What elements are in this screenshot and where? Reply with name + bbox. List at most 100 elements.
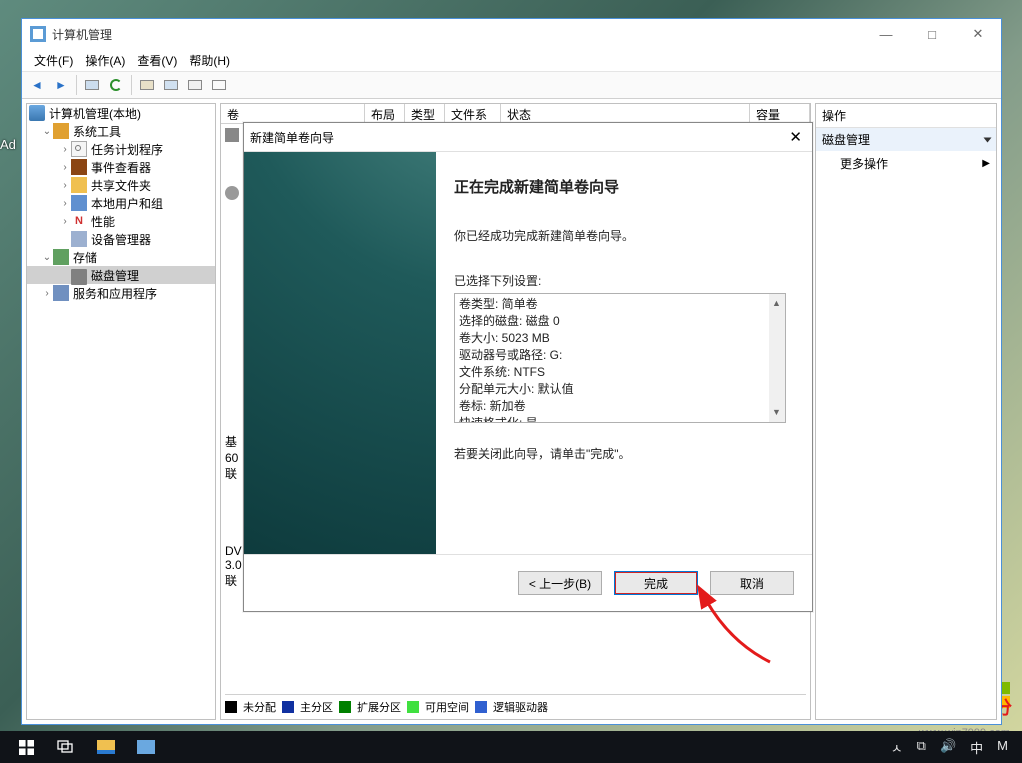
wizard-back-button[interactable]: < 上一步(B) bbox=[518, 571, 602, 595]
scheduler-icon bbox=[71, 141, 87, 157]
menu-action[interactable]: 操作(A) bbox=[79, 50, 131, 71]
nav-forward-button[interactable]: ► bbox=[50, 74, 72, 96]
tree-disk-management[interactable]: › 磁盘管理 bbox=[27, 266, 215, 284]
desktop-ad-label: Ad bbox=[0, 137, 16, 152]
toolbar-btn-5[interactable] bbox=[184, 74, 206, 96]
expand-icon[interactable]: › bbox=[59, 162, 71, 173]
toolbar-refresh-button[interactable] bbox=[105, 74, 127, 96]
swatch-logical bbox=[475, 701, 487, 713]
col-status[interactable]: 状态 bbox=[501, 104, 750, 123]
menu-view[interactable]: 查看(V) bbox=[131, 50, 183, 71]
tree-local-users[interactable]: › 本地用户和组 bbox=[27, 194, 215, 212]
summary-line: 卷大小: 5023 MB bbox=[459, 330, 781, 347]
wizard-titlebar[interactable]: 新建简单卷向导 ✕ bbox=[244, 123, 812, 151]
taskbar[interactable]: ㅅ ⧉ 🔊 中 M bbox=[0, 731, 1022, 763]
summary-line: 驱动器号或路径: G: bbox=[459, 347, 781, 364]
wizard-text-close: 若要关闭此向导，请单击"完成"。 bbox=[454, 445, 794, 462]
event-icon bbox=[71, 159, 87, 175]
collapse-icon[interactable]: ⌄ bbox=[41, 126, 53, 137]
tree-root[interactable]: 计算机管理(本地) bbox=[27, 104, 215, 122]
mgmt-icon bbox=[29, 105, 45, 121]
wizard-cancel-button[interactable]: 取消 bbox=[710, 571, 794, 595]
summary-line: 快速格式化: 是 bbox=[459, 415, 781, 423]
wizard-close-button[interactable]: ✕ bbox=[785, 128, 806, 146]
wizard-heading: 正在完成新建简单卷向导 bbox=[454, 176, 794, 197]
tree-task-scheduler[interactable]: › 任务计划程序 bbox=[27, 140, 215, 158]
tray-ime-zh-icon[interactable]: 中 bbox=[970, 738, 983, 757]
tree-services-apps[interactable]: › 服务和应用程序 bbox=[27, 284, 215, 302]
swatch-extended bbox=[339, 701, 351, 713]
toolbar-btn-6[interactable] bbox=[208, 74, 230, 96]
expand-icon[interactable]: › bbox=[59, 180, 71, 191]
tree-event-viewer[interactable]: › 事件查看器 bbox=[27, 158, 215, 176]
minimize-button[interactable]: — bbox=[863, 19, 909, 49]
menu-file[interactable]: 文件(F) bbox=[28, 50, 79, 71]
tray-volume-icon[interactable]: 🔊 bbox=[940, 738, 956, 757]
col-layout[interactable]: 布局 bbox=[365, 104, 405, 123]
swatch-free bbox=[407, 701, 419, 713]
system-tray[interactable]: ㅅ ⧉ 🔊 中 M bbox=[891, 738, 1016, 757]
maximize-button[interactable]: □ bbox=[909, 19, 955, 49]
wizard-footer: < 上一步(B) 完成 取消 bbox=[244, 555, 812, 611]
actions-pane: 操作 磁盘管理 更多操作 ▶ bbox=[815, 103, 997, 720]
cdrom-row-icon bbox=[225, 186, 239, 200]
submenu-arrow-icon: ▶ bbox=[982, 158, 990, 169]
summary-line: 文件系统: NTFS bbox=[459, 364, 781, 381]
toolbar: ◄ ► bbox=[22, 71, 1001, 99]
col-capacity[interactable]: 容量 bbox=[750, 104, 810, 123]
collapse-icon[interactable]: ⌄ bbox=[41, 252, 53, 263]
expand-icon[interactable]: › bbox=[59, 198, 71, 209]
new-simple-volume-wizard: 新建简单卷向导 ✕ 正在完成新建简单卷向导 你已经成功完成新建简单卷向导。 已选… bbox=[243, 122, 813, 612]
tray-network-icon[interactable]: ⧉ bbox=[917, 738, 926, 757]
wizard-sidebar-image bbox=[244, 152, 436, 554]
wizard-summary-list[interactable]: 卷类型: 简单卷 选择的磁盘: 磁盘 0 卷大小: 5023 MB 驱动器号或路… bbox=[454, 293, 786, 423]
task-view-button[interactable] bbox=[46, 731, 86, 763]
tree-shared-folders[interactable]: › 共享文件夹 bbox=[27, 176, 215, 194]
expand-icon[interactable]: › bbox=[59, 144, 71, 155]
toolbar-btn-3[interactable] bbox=[136, 74, 158, 96]
col-volume[interactable]: 卷 bbox=[221, 104, 365, 123]
cdrom-block[interactable]: DV 3.0 联 bbox=[225, 544, 242, 589]
summary-scrollbar[interactable] bbox=[769, 294, 785, 422]
devmgr-icon bbox=[71, 231, 87, 247]
disk-icon bbox=[71, 269, 87, 285]
summary-line: 选择的磁盘: 磁盘 0 bbox=[459, 313, 781, 330]
col-type[interactable]: 类型 bbox=[405, 104, 445, 123]
disk0-block[interactable]: 基 60 联 bbox=[225, 434, 238, 482]
wizard-content: 正在完成新建简单卷向导 你已经成功完成新建简单卷向导。 已选择下列设置: 卷类型… bbox=[436, 152, 812, 554]
file-explorer-button[interactable] bbox=[86, 731, 126, 763]
summary-line: 分配单元大小: 默认值 bbox=[459, 381, 781, 398]
users-icon bbox=[71, 195, 87, 211]
section-collapse-icon[interactable] bbox=[984, 137, 992, 142]
toolbar-btn-4[interactable] bbox=[160, 74, 182, 96]
actions-more[interactable]: 更多操作 ▶ bbox=[816, 151, 996, 176]
tray-ime-mode-icon[interactable]: M bbox=[997, 738, 1008, 757]
tree-storage[interactable]: ⌄ 存储 bbox=[27, 248, 215, 266]
start-button[interactable] bbox=[6, 731, 46, 763]
volume-list-header[interactable]: 卷 布局 类型 文件系统 状态 容量 bbox=[221, 104, 810, 124]
navigation-tree[interactable]: 计算机管理(本地) ⌄ 系统工具 › 任务计划程序 › 事件查看器 › 共享文件… bbox=[26, 103, 216, 720]
tree-device-manager[interactable]: › 设备管理器 bbox=[27, 230, 215, 248]
expand-icon[interactable]: › bbox=[59, 216, 71, 227]
services-icon bbox=[53, 285, 69, 301]
close-button[interactable]: ✕ bbox=[955, 19, 1001, 49]
wizard-text-success: 你已经成功完成新建简单卷向导。 bbox=[454, 227, 794, 244]
wizard-finish-button[interactable]: 完成 bbox=[614, 571, 698, 595]
summary-line: 卷类型: 简单卷 bbox=[459, 296, 781, 313]
expand-icon[interactable]: › bbox=[41, 288, 53, 299]
actions-section[interactable]: 磁盘管理 bbox=[816, 128, 996, 151]
menu-help[interactable]: 帮助(H) bbox=[183, 50, 236, 71]
col-filesystem[interactable]: 文件系统 bbox=[445, 104, 501, 123]
disk-legend: 未分配 主分区 扩展分区 可用空间 逻辑驱动器 bbox=[225, 694, 806, 715]
nav-back-button[interactable]: ◄ bbox=[26, 74, 48, 96]
swatch-unallocated bbox=[225, 701, 237, 713]
swatch-primary bbox=[282, 701, 294, 713]
window-title: 计算机管理 bbox=[52, 26, 112, 43]
tray-overflow-icon[interactable]: ㅅ bbox=[891, 738, 903, 757]
titlebar[interactable]: 计算机管理 — □ ✕ bbox=[22, 19, 1001, 49]
storage-icon bbox=[53, 249, 69, 265]
toolbar-btn-1[interactable] bbox=[81, 74, 103, 96]
tree-system-tools[interactable]: ⌄ 系统工具 bbox=[27, 122, 215, 140]
app-taskbar-button[interactable] bbox=[126, 731, 166, 763]
tree-performance[interactable]: › N 性能 bbox=[27, 212, 215, 230]
